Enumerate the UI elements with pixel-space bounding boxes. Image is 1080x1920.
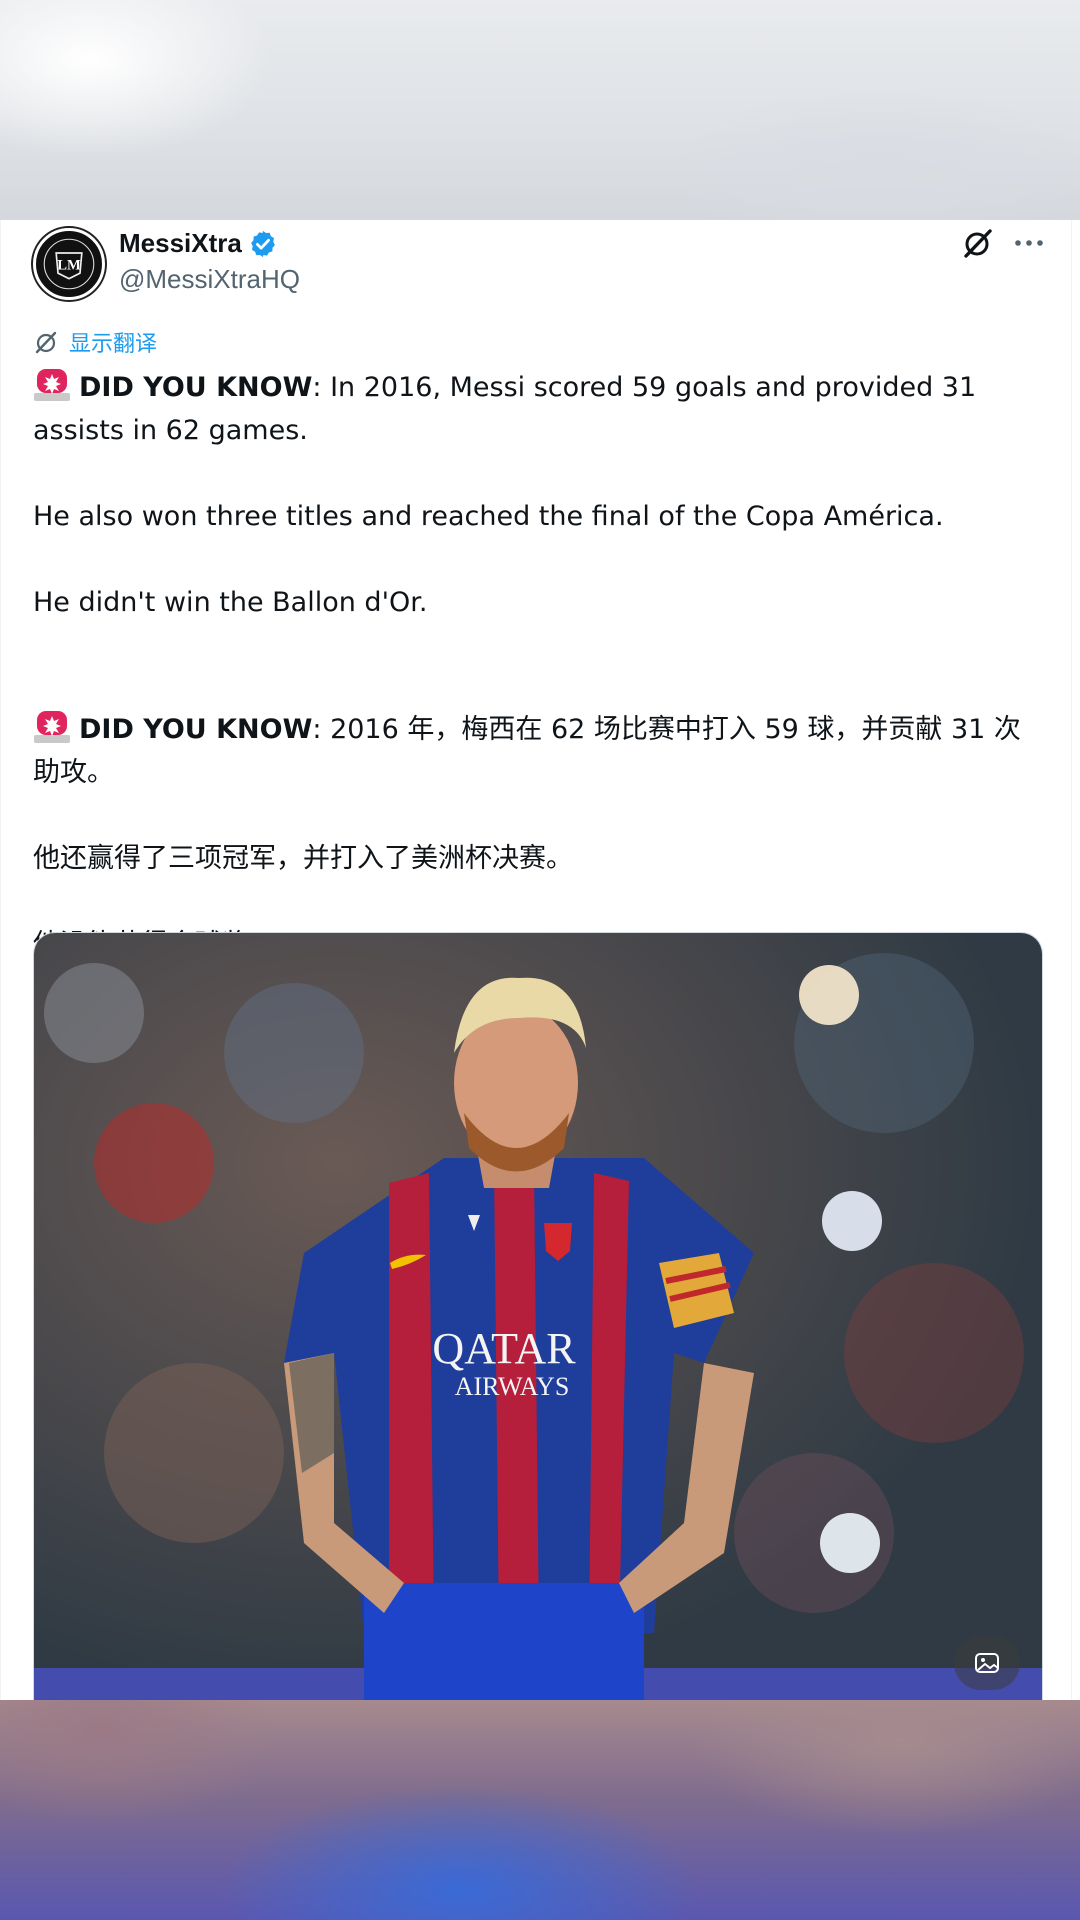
author-display-name[interactable]: MessiXtra [119,228,242,259]
avatar-logo: LM [37,232,101,296]
show-translation-label[interactable]: 显示翻译 [69,326,157,358]
screen: LM MessiXtra @MessiXtraHQ 显示翻译 DID YOU K… [0,0,1080,1920]
translate-icon [33,329,59,355]
original-line-2: He also won three titles and reached the… [33,501,944,532]
original-line-3: He didn't win the Ballon d'Or. [33,587,428,618]
police-light-emoji-icon [33,708,71,744]
player-photo: QATAR AIRWAYS [34,933,1042,1700]
blurred-footer-background [0,1700,1080,1920]
image-description-icon [975,1653,999,1673]
avatar[interactable]: LM [33,228,105,300]
post-image[interactable]: QATAR AIRWAYS [33,932,1043,1700]
translated-line-1: DID YOU KNOW: 2016 年，梅西在 62 场比赛中打入 59 球，… [33,708,1043,794]
grok-icon[interactable] [961,226,995,260]
post-original-text: DID YOU KNOW: In 2016, Messi scored 59 g… [33,366,1043,624]
svg-text:LM: LM [57,258,81,274]
post-card[interactable]: LM MessiXtra @MessiXtraHQ 显示翻译 DID YOU K… [0,220,1072,1700]
post-top-actions [961,226,1045,260]
image-description-button[interactable] [954,1636,1020,1690]
author-handle[interactable]: @MessiXtraHQ [119,264,300,295]
blurred-header-background [0,0,1080,220]
more-horizontal-icon[interactable] [1013,238,1045,248]
svg-text:AIRWAYS: AIRWAYS [455,1372,570,1401]
translated-line-2: 他还赢得了三项冠军，并打入了美洲杯决赛。 [33,843,573,874]
verified-badge-icon [248,229,278,259]
svg-text:QATAR: QATAR [432,1324,576,1373]
police-light-emoji-icon [33,366,71,402]
author-name-row[interactable]: MessiXtra [119,228,278,259]
did-you-know-label: DID YOU KNOW [79,372,313,403]
did-you-know-label: DID YOU KNOW [79,714,313,745]
original-line-1: DID YOU KNOW: In 2016, Messi scored 59 g… [33,366,1043,452]
post-translated-text: DID YOU KNOW: 2016 年，梅西在 62 场比赛中打入 59 球，… [33,708,1043,966]
show-translation-link[interactable]: 显示翻译 [33,326,157,358]
